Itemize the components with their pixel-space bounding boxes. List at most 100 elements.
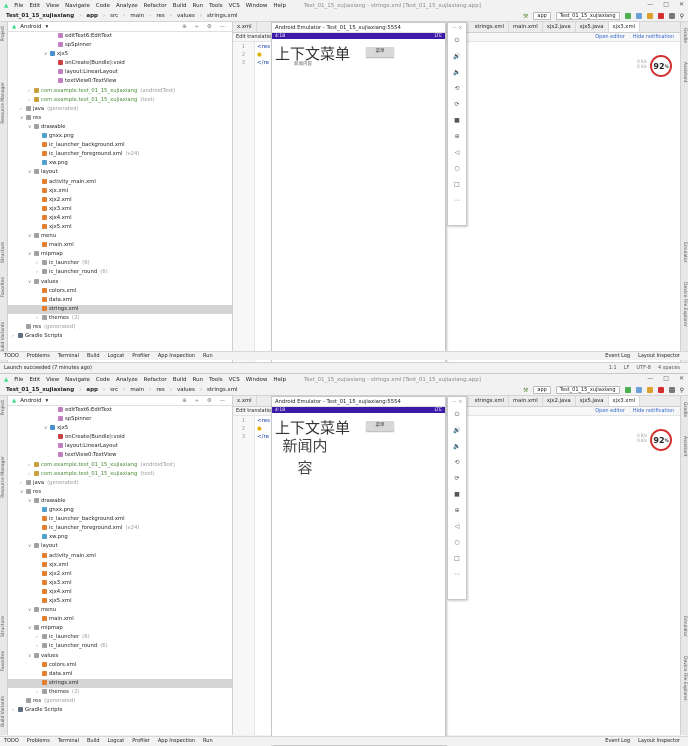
menu-vcs[interactable]: VCS [229, 377, 240, 383]
tool-app-inspection[interactable]: App Inspection [158, 353, 195, 359]
crumb-project[interactable]: Test_01_15_xujiaxiang [4, 387, 76, 393]
tree-item[interactable]: colors.xml [8, 661, 232, 670]
tab-xjx3-xml[interactable]: xjx3.xml [608, 22, 641, 32]
tree-item[interactable]: textView0:TextView [8, 77, 232, 86]
tree-item[interactable]: ∨ mipmap [8, 250, 232, 259]
power-icon[interactable]: ⏻ [448, 407, 466, 423]
close-icon[interactable]: ✕ [679, 375, 684, 382]
profile-icon[interactable] [646, 13, 653, 19]
crumb-strings[interactable]: strings.xml [205, 387, 240, 393]
volume-down-icon[interactable]: 🔉 [448, 65, 466, 81]
menu-code[interactable]: Code [96, 3, 110, 9]
tree-item[interactable]: editText6:EditText [8, 406, 232, 415]
search-icon[interactable]: ⚲ [680, 387, 684, 394]
tool-assistant[interactable]: Assistant [682, 436, 687, 457]
back-icon[interactable]: ◁ [448, 519, 466, 535]
maximize-icon[interactable]: □ [663, 375, 669, 382]
tree-item[interactable]: › java (generated) [8, 105, 232, 114]
tree-item[interactable]: layout:LinearLayout [8, 442, 232, 451]
crumb-strings[interactable]: strings.xml [205, 13, 240, 19]
minimize-icon[interactable]: — [647, 375, 653, 382]
tree-item[interactable]: › ic_launcher_round (6) [8, 268, 232, 277]
tree-item[interactable]: ∨ res [8, 114, 232, 123]
menu-build[interactable]: Build [173, 377, 187, 383]
camera-icon[interactable]: ■ [448, 487, 466, 503]
tool-project[interactable]: Project [1, 400, 6, 415]
crumb-res[interactable]: res [154, 13, 166, 19]
tool-emulator[interactable]: Emulator [682, 242, 687, 262]
hammer-icon[interactable]: ⚒ [523, 387, 528, 394]
menu-file[interactable]: File [14, 3, 23, 9]
tree-item[interactable]: › com.example.test_01_15_xujiaxiang (test) [8, 96, 232, 105]
menu-window[interactable]: Window [246, 3, 268, 9]
menu-build[interactable]: Build [173, 3, 187, 9]
tree-item[interactable]: data.xml [8, 670, 232, 679]
tree-item[interactable]: › com.example.test_01_15_xujiaxiang (andro… [8, 87, 232, 96]
close-emulator-icon[interactable]: — × [448, 23, 466, 33]
tree-item[interactable]: onCreate(Bundle):void [8, 433, 232, 442]
news-content-text[interactable]: 新闻内容 [294, 61, 312, 67]
tree-item[interactable]: › com.example.test_01_15_xujiaxiang (andro… [8, 461, 232, 470]
menu-analyze[interactable]: Analyze [116, 377, 138, 383]
tool-app-inspection[interactable]: App Inspection [158, 738, 195, 744]
rotate-left-icon[interactable]: ⟲ [448, 455, 466, 471]
tab-main-xml[interactable]: main.xml [509, 396, 543, 406]
tree-item[interactable]: editText6:EditText [8, 32, 232, 41]
tree-item[interactable]: gnxx.png [8, 506, 232, 515]
tool-profiler[interactable]: Profiler [132, 738, 150, 744]
tree-item[interactable]: › ic_launcher_round (6) [8, 642, 232, 651]
tool-gradle[interactable]: Gradle [682, 402, 687, 417]
tree-item[interactable]: › themes (2) [8, 314, 232, 323]
tab-xjx2-java[interactable]: xjx2.java [543, 396, 576, 406]
home-icon[interactable]: ○ [448, 535, 466, 551]
sdk-icon[interactable] [668, 13, 675, 19]
tool-resource-manager[interactable]: Resource Manager [1, 82, 6, 124]
menu-help[interactable]: Help [273, 377, 286, 383]
tool-device-file-explorer[interactable]: Device File Explorer [682, 282, 687, 327]
tree-item[interactable]: ∨ drawable [8, 497, 232, 506]
tool-assistant[interactable]: Assistant [682, 62, 687, 83]
menu-refactor[interactable]: Refactor [144, 3, 167, 9]
tool-favorites[interactable]: Favorites [1, 651, 6, 671]
debug-icon[interactable] [635, 387, 642, 393]
tree-item[interactable]: gnxx.png [8, 132, 232, 141]
hide-notification-link[interactable]: Hide notification [633, 34, 674, 40]
tree-item[interactable]: colors.xml [8, 287, 232, 296]
close-emulator-icon[interactable]: — × [448, 397, 466, 407]
close-icon[interactable]: ✕ [679, 1, 684, 8]
tab-xjx3-xml[interactable]: xjx3.xml [608, 396, 641, 406]
hammer-icon[interactable]: ⚒ [523, 13, 528, 20]
more-icon[interactable]: ⋯ [448, 193, 466, 209]
profile-icon[interactable] [646, 387, 653, 393]
event-log[interactable]: Event Log [605, 353, 630, 359]
tab-strings-xml[interactable]: strings.xml [471, 396, 510, 406]
chevron-down-icon[interactable]: ▾ [46, 398, 49, 404]
tab-xjx2-java[interactable]: xjx2.java [543, 22, 576, 32]
tool-gradle[interactable]: Gradle [682, 28, 687, 43]
menu-button[interactable]: 菜单 [366, 47, 394, 57]
tool-favorites[interactable]: Favorites [1, 277, 6, 297]
tree-item[interactable]: strings.xml [8, 304, 232, 314]
project-view-select[interactable]: Android [20, 24, 41, 30]
menu-view[interactable]: View [46, 3, 59, 9]
tree-item[interactable]: ∨ drawable [8, 123, 232, 132]
tool-terminal[interactable]: Terminal [58, 353, 79, 359]
tree-item[interactable]: › Gradle Scripts [8, 332, 232, 341]
tree-item[interactable]: data.xml [8, 296, 232, 305]
tree-item[interactable]: ic_launcher_background.xml [8, 515, 232, 524]
maximize-icon[interactable]: □ [663, 1, 669, 8]
tree-item[interactable]: ∨ res [8, 488, 232, 497]
code-text[interactable]: <res ● </re [257, 44, 270, 68]
crumb-main[interactable]: main [128, 13, 146, 19]
tree-item[interactable]: ∨ layout [8, 542, 232, 551]
tree-item[interactable]: xjx4.xml [8, 214, 232, 223]
more-icon[interactable]: ⋯ [448, 567, 466, 583]
device-select[interactable]: Test_01_15_xujiaxiang [555, 12, 620, 20]
menu-edit[interactable]: Edit [29, 377, 40, 383]
app-config-select[interactable]: app [533, 12, 551, 20]
tool-todo[interactable]: TODO [4, 353, 19, 359]
tool-logcat[interactable]: Logcat [108, 353, 125, 359]
run-icon[interactable] [624, 387, 631, 393]
tab-xjx5-java[interactable]: xjx5.java [576, 22, 609, 32]
menu-window[interactable]: Window [246, 377, 268, 383]
